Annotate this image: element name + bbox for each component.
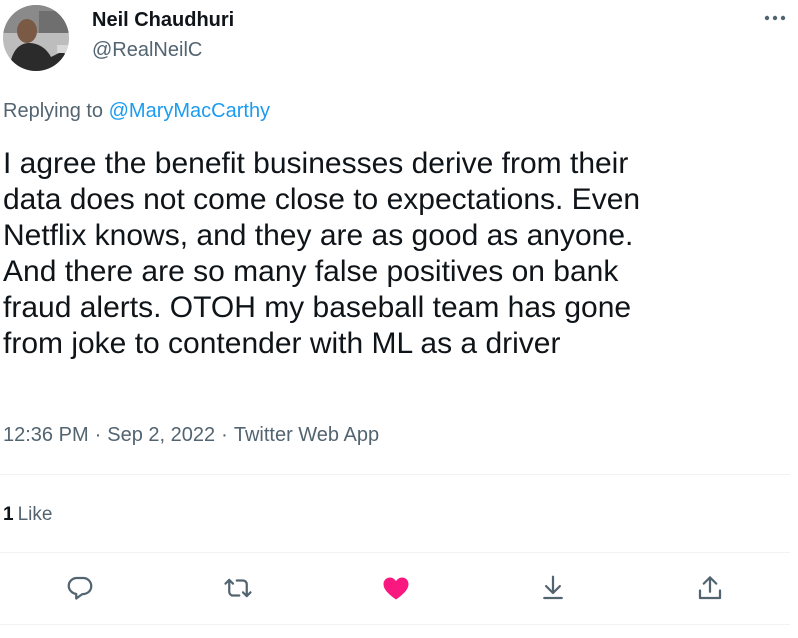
tweet-actions-bar bbox=[0, 566, 798, 610]
more-options-button[interactable] bbox=[760, 8, 790, 28]
tweet-source[interactable]: Twitter Web App bbox=[234, 424, 379, 446]
replying-to-line: Replying to @MaryMacCarthy bbox=[3, 98, 270, 124]
tweet-time[interactable]: 12:36 PM bbox=[3, 424, 89, 446]
tweet-meta: 12:36 PM · Sep 2, 2022 · Twitter Web App bbox=[3, 422, 379, 448]
divider bbox=[0, 552, 790, 553]
meta-separator: · bbox=[94, 424, 102, 446]
tweet: Neil Chaudhuri @RealNeilC Replying to @M… bbox=[0, 0, 798, 638]
replying-to-label: Replying to bbox=[3, 100, 109, 122]
reply-button[interactable] bbox=[60, 566, 100, 610]
divider bbox=[0, 624, 790, 625]
retweet-button[interactable] bbox=[218, 566, 258, 610]
heart-filled-icon bbox=[383, 577, 409, 600]
retweet-icon bbox=[224, 578, 252, 598]
share-icon bbox=[698, 576, 722, 600]
avatar[interactable] bbox=[3, 5, 69, 71]
like-button[interactable] bbox=[376, 566, 416, 610]
author-handle[interactable]: @RealNeilC bbox=[92, 38, 202, 62]
likes-count: 1 bbox=[3, 504, 14, 525]
likes-count-link[interactable]: 1 Like bbox=[3, 502, 52, 528]
share-button[interactable] bbox=[690, 566, 730, 610]
tweet-date[interactable]: Sep 2, 2022 bbox=[107, 424, 215, 446]
tweet-text: I agree the benefit businesses derive fr… bbox=[3, 147, 641, 360]
bookmark-down-icon bbox=[543, 575, 563, 600]
reply-mention-link[interactable]: @MaryMacCarthy bbox=[109, 100, 270, 122]
bookmark-button[interactable] bbox=[533, 566, 573, 610]
avatar-image bbox=[3, 5, 69, 71]
likes-label: Like bbox=[17, 504, 53, 525]
more-horizontal-icon bbox=[764, 15, 786, 21]
divider bbox=[0, 474, 790, 475]
reply-icon bbox=[67, 576, 93, 600]
meta-separator: · bbox=[221, 424, 228, 446]
author-name[interactable]: Neil Chaudhuri bbox=[92, 8, 234, 32]
